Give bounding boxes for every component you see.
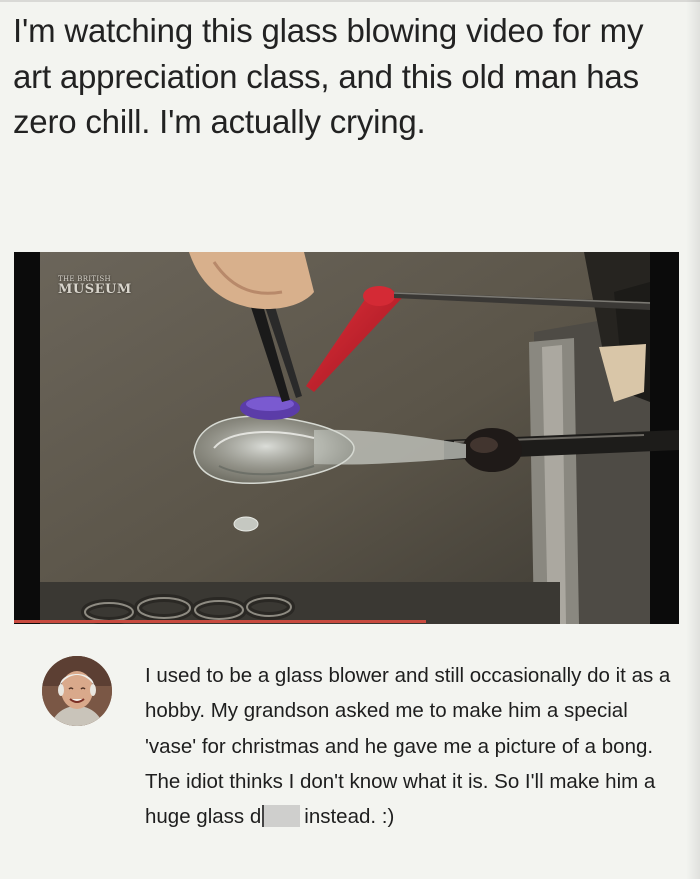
- meme-post: I'm watching this glass blowing video fo…: [0, 0, 700, 879]
- elderly-man-avatar: [42, 656, 112, 726]
- comment-text-main: I used to be a glass blower and still oc…: [145, 664, 671, 829]
- british-museum-watermark: THE BRITISH MUSEUM: [58, 276, 132, 297]
- avatar-photo-icon[interactable]: [42, 656, 112, 726]
- comment-text: I used to be a glass blower and still oc…: [145, 658, 675, 834]
- glassblowing-scene: [14, 252, 679, 624]
- edge-shadow: [686, 0, 700, 879]
- divider: [0, 0, 700, 2]
- post-caption: I'm watching this glass blowing video fo…: [13, 12, 644, 140]
- comment: I used to be a glass blower and still oc…: [0, 640, 700, 879]
- video-thumbnail[interactable]: [14, 252, 679, 624]
- comment-text-end: instead. :): [304, 805, 395, 829]
- watermark-large-text: MUSEUM: [58, 282, 132, 297]
- video-progress-bar[interactable]: [14, 620, 426, 623]
- censor-bar: [262, 805, 301, 828]
